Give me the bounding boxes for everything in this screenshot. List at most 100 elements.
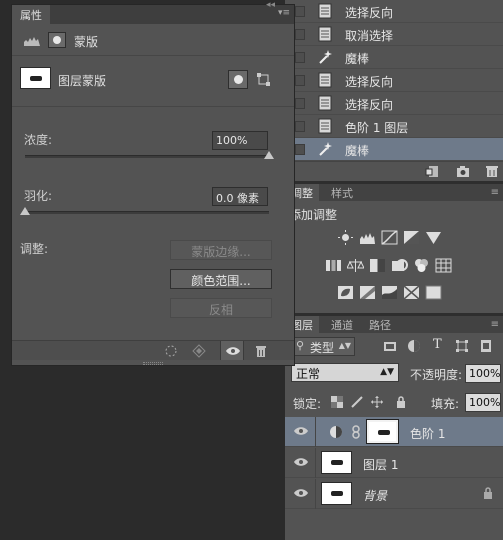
hue-saturation-icon[interactable] bbox=[325, 258, 342, 273]
curves-icon[interactable] bbox=[381, 230, 398, 245]
history-item-label: 选择反向 bbox=[345, 6, 394, 20]
chain-link-icon[interactable] bbox=[351, 425, 361, 439]
invert-button[interactable]: 反相 bbox=[170, 298, 272, 318]
eye-icon[interactable] bbox=[294, 488, 308, 498]
exposure-icon[interactable] bbox=[403, 230, 420, 245]
channel-mixer-icon[interactable] bbox=[413, 258, 430, 273]
history-source-checkbox[interactable] bbox=[295, 52, 305, 63]
dropdown-arrow-icon: ▲▼ bbox=[380, 367, 394, 377]
new-document-from-state-icon[interactable] bbox=[425, 165, 439, 178]
density-input[interactable]: 100% bbox=[212, 131, 268, 150]
invert-icon[interactable] bbox=[337, 285, 354, 300]
mask-mode-button[interactable] bbox=[48, 32, 66, 48]
layer-filter-label: 类型 bbox=[310, 341, 335, 355]
gradient-map-icon[interactable] bbox=[403, 285, 420, 300]
tab-properties[interactable]: 属性 bbox=[12, 5, 50, 24]
history-item[interactable]: 取消选择 bbox=[285, 23, 503, 46]
levels-icon[interactable] bbox=[359, 230, 376, 245]
color-lookup-icon[interactable] bbox=[435, 258, 452, 273]
camera-icon[interactable] bbox=[456, 165, 470, 178]
layer-name[interactable]: 背景 bbox=[363, 487, 387, 504]
layer-mask-label: 图层蒙版 bbox=[58, 74, 107, 88]
vector-mask-icon[interactable] bbox=[256, 72, 272, 88]
adjustment-filter-icon[interactable] bbox=[407, 339, 421, 353]
collapse-panel-icon[interactable]: ◂◂ bbox=[266, 0, 275, 10]
history-item[interactable]: 色阶 1 图层 bbox=[285, 115, 503, 138]
posterize-icon[interactable] bbox=[359, 285, 376, 300]
layer-row-layer1[interactable]: 图层 1 bbox=[285, 448, 503, 478]
add-adjustment-title: 添加调整 bbox=[289, 208, 338, 222]
blend-mode-select[interactable]: 正常 ▲▼ bbox=[291, 363, 399, 382]
color-range-button[interactable]: 颜色范围... bbox=[170, 269, 272, 289]
lock-position-icon[interactable] bbox=[371, 396, 383, 408]
density-slider-track[interactable] bbox=[25, 155, 269, 158]
mask-shape bbox=[378, 430, 390, 435]
resize-grip[interactable] bbox=[143, 362, 163, 365]
selective-color-icon[interactable] bbox=[425, 285, 442, 300]
history-source-checkbox[interactable] bbox=[295, 29, 305, 40]
trash-icon[interactable] bbox=[254, 344, 268, 358]
density-slider-thumb[interactable] bbox=[264, 151, 274, 159]
opacity-input[interactable]: 100% bbox=[465, 364, 501, 383]
layer-name[interactable]: 色阶 1 bbox=[410, 425, 445, 442]
density-label: 浓度: bbox=[24, 133, 53, 147]
magic-wand-icon bbox=[319, 50, 332, 64]
trash-icon[interactable] bbox=[485, 165, 499, 178]
eye-icon[interactable] bbox=[294, 457, 308, 467]
history-item-selected[interactable]: 魔棒 bbox=[285, 138, 503, 161]
layer-name[interactable]: 图层 1 bbox=[363, 456, 398, 473]
lock-icon bbox=[484, 487, 492, 499]
magic-wand-icon bbox=[319, 142, 332, 156]
color-balance-icon[interactable] bbox=[347, 258, 364, 273]
toggle-visibility-button[interactable] bbox=[220, 341, 244, 360]
pixel-filter-icon[interactable] bbox=[383, 339, 397, 353]
lock-all-icon[interactable] bbox=[395, 396, 407, 408]
eye-icon[interactable] bbox=[294, 426, 308, 436]
history-source-checkbox[interactable] bbox=[295, 6, 305, 17]
lock-image-pixels-icon[interactable] bbox=[351, 396, 363, 408]
shape-filter-icon[interactable] bbox=[455, 339, 469, 353]
tab-paths[interactable]: 路径 bbox=[363, 316, 397, 333]
history-item[interactable]: 选择反向 bbox=[285, 0, 503, 23]
history-item[interactable]: 选择反向 bbox=[285, 69, 503, 92]
layer-filter-select[interactable]: ⚲ 类型 ▲▼ bbox=[291, 337, 355, 356]
layer-mask-thumbnail[interactable] bbox=[366, 419, 399, 444]
type-filter-icon[interactable]: T bbox=[433, 337, 442, 352]
black-white-icon[interactable] bbox=[369, 258, 386, 273]
properties-titlebar[interactable]: 属性 ▾≡ bbox=[12, 5, 294, 24]
apply-mask-icon[interactable] bbox=[192, 344, 206, 358]
feather-slider-thumb[interactable] bbox=[20, 207, 30, 215]
fill-input[interactable]: 100% bbox=[465, 393, 501, 412]
select-pixel-mask-button[interactable] bbox=[228, 70, 248, 89]
history-item[interactable]: 魔棒 bbox=[285, 46, 503, 69]
layer-row-background[interactable]: 背景 bbox=[285, 479, 503, 509]
blend-mode-value: 正常 bbox=[296, 367, 321, 381]
load-selection-icon[interactable] bbox=[164, 344, 178, 358]
panel-menu-icon[interactable]: ▾≡ bbox=[278, 8, 290, 18]
threshold-icon[interactable] bbox=[381, 285, 398, 300]
history-item[interactable]: 选择反向 bbox=[285, 92, 503, 115]
mask-edge-button[interactable]: 蒙版边缘... bbox=[170, 240, 272, 260]
photo-filter-icon[interactable] bbox=[391, 258, 408, 273]
history-toolbar bbox=[285, 161, 503, 181]
panel-menu-icon[interactable]: ≡ bbox=[491, 319, 499, 330]
tab-channels[interactable]: 通道 bbox=[325, 316, 359, 333]
properties-panel: 属性 ▾≡ 蒙版 图层蒙版 浓度: 100% 羽化: 0.0 像素 调整: 蒙版… bbox=[11, 4, 295, 366]
layer-row-levels[interactable]: 色阶 1 bbox=[285, 417, 503, 447]
layer-thumbnail[interactable] bbox=[321, 451, 352, 474]
mask-shape bbox=[30, 76, 42, 81]
history-source-checkbox[interactable] bbox=[295, 75, 305, 86]
feather-input[interactable]: 0.0 像素 bbox=[212, 187, 268, 206]
history-source-checkbox[interactable] bbox=[295, 144, 305, 155]
brightness-contrast-icon[interactable] bbox=[337, 230, 354, 245]
levels-adjustment-icon[interactable] bbox=[23, 35, 41, 47]
tab-styles[interactable]: 样式 bbox=[325, 184, 359, 201]
vibrance-icon[interactable] bbox=[425, 230, 442, 245]
history-source-checkbox[interactable] bbox=[295, 121, 305, 132]
smart-object-filter-icon[interactable] bbox=[479, 339, 493, 353]
lock-transparent-pixels-icon[interactable] bbox=[331, 396, 343, 408]
history-source-checkbox[interactable] bbox=[295, 98, 305, 109]
panel-menu-icon[interactable]: ≡ bbox=[491, 187, 499, 198]
layer-thumbnail[interactable] bbox=[321, 482, 352, 505]
feather-slider-track[interactable] bbox=[25, 211, 269, 214]
